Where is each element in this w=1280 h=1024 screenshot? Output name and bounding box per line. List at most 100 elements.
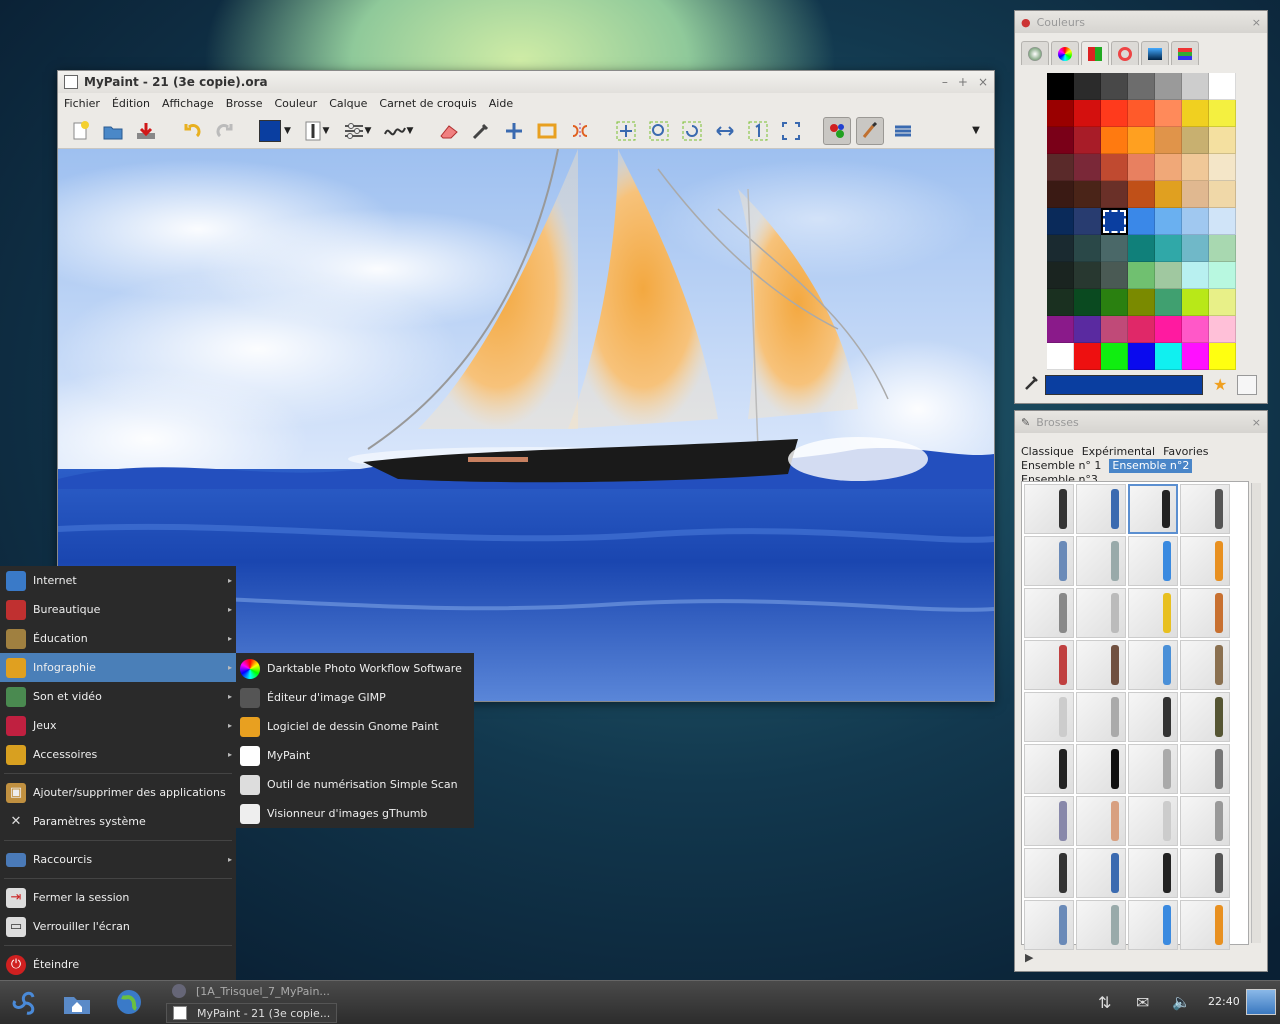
brush-preset[interactable]	[1024, 848, 1074, 898]
brush-preset[interactable]	[1024, 796, 1074, 846]
palette-swatch[interactable]	[1101, 181, 1128, 208]
close-icon[interactable]: ×	[1252, 16, 1261, 29]
volume-icon[interactable]: 🔈	[1172, 993, 1191, 1011]
play-icon[interactable]: ▶	[1025, 951, 1033, 964]
palette-swatch[interactable]	[1182, 235, 1209, 262]
palette-swatch[interactable]	[1209, 100, 1236, 127]
palette-swatch[interactable]	[1182, 73, 1209, 100]
submenu-item[interactable]: Visionneur d'images gThumb	[236, 799, 474, 828]
palette-swatch[interactable]	[1155, 343, 1182, 370]
brush-preset[interactable]	[1180, 900, 1230, 950]
palette-swatch[interactable]	[1047, 181, 1074, 208]
menu-fichier[interactable]: Fichier	[64, 97, 100, 110]
palette-swatch[interactable]	[1047, 343, 1074, 370]
palette-swatch[interactable]	[1047, 235, 1074, 262]
tab-sliders-icon[interactable]	[1171, 41, 1199, 65]
close-icon[interactable]: ×	[1252, 416, 1261, 429]
submenu-item[interactable]: MyPaint	[236, 741, 474, 770]
palette-swatch[interactable]	[1074, 343, 1101, 370]
brush-preset[interactable]	[1076, 640, 1126, 690]
maximize-button[interactable]: +	[958, 75, 968, 89]
brush-scrollbar[interactable]	[1251, 483, 1261, 943]
palette-swatch[interactable]	[1182, 100, 1209, 127]
tab-palette-icon[interactable]	[1081, 41, 1109, 65]
group-classique[interactable]: Classique	[1021, 445, 1074, 459]
color-panel-toggle-icon[interactable]	[823, 116, 851, 145]
tab-component-icon[interactable]	[1111, 41, 1139, 65]
fullscreen-icon[interactable]	[777, 117, 805, 145]
palette-swatch[interactable]	[1155, 316, 1182, 343]
palette-swatch[interactable]	[1101, 154, 1128, 181]
submenu-item[interactable]: Outil de numérisation Simple Scan	[236, 770, 474, 799]
brush-preset[interactable]	[1076, 536, 1126, 586]
palette-swatch[interactable]	[1128, 100, 1155, 127]
mail-icon[interactable]: ✉	[1136, 993, 1149, 1012]
brush-preset[interactable]	[1128, 692, 1178, 742]
palette-swatch[interactable]	[1182, 289, 1209, 316]
menu-couleur[interactable]: Couleur	[274, 97, 317, 110]
task-screenshot[interactable]: [1A_Trisquel_7_MyPain...	[166, 981, 336, 1001]
palette-swatch[interactable]	[1209, 316, 1236, 343]
group-ensemble-1[interactable]: Ensemble n° 1	[1021, 459, 1101, 473]
palette-swatch[interactable]	[1155, 235, 1182, 262]
brush-preset[interactable]	[1128, 796, 1178, 846]
group-experimental[interactable]: Expérimental	[1082, 445, 1155, 459]
minimize-button[interactable]: –	[942, 75, 948, 89]
menu-logout[interactable]: ⇥ Fermer la session	[0, 883, 236, 912]
brush-preset[interactable]	[1128, 588, 1178, 638]
brush-preset[interactable]	[1180, 536, 1230, 586]
menu-category[interactable]: Internet ▸	[0, 566, 236, 595]
menu-lock-screen[interactable]: ▭ Verrouiller l'écran	[0, 912, 236, 941]
palette-swatch[interactable]	[1128, 208, 1155, 235]
palette-swatch[interactable]	[1047, 208, 1074, 235]
palette-swatch[interactable]	[1182, 343, 1209, 370]
pan-view-icon[interactable]	[612, 117, 640, 145]
palette-swatch[interactable]	[1209, 235, 1236, 262]
brush-preset[interactable]	[1128, 744, 1178, 794]
open-folder-icon[interactable]	[99, 117, 127, 145]
brush-selector[interactable]: ▼	[298, 117, 334, 145]
menu-carnet[interactable]: Carnet de croquis	[379, 97, 476, 110]
brush-preset[interactable]	[1180, 796, 1230, 846]
palette-swatch[interactable]	[1101, 100, 1128, 127]
palette-swatch[interactable]	[1074, 316, 1101, 343]
home-folder-icon[interactable]	[62, 989, 92, 1017]
palette-swatch[interactable]	[1101, 208, 1128, 235]
eraser-icon[interactable]	[434, 117, 462, 145]
palette-swatch[interactable]	[1209, 181, 1236, 208]
menu-category[interactable]: Éducation ▸	[0, 624, 236, 653]
tab-liquid-icon[interactable]	[1141, 41, 1169, 65]
undo-icon[interactable]	[178, 117, 206, 145]
menu-category[interactable]: Accessoires ▸	[0, 740, 236, 769]
colors-panel-titlebar[interactable]: ● Couleurs ×	[1015, 11, 1267, 33]
palette-swatch[interactable]	[1128, 262, 1155, 289]
brush-preset[interactable]	[1180, 848, 1230, 898]
group-favories[interactable]: Favories	[1163, 445, 1208, 459]
brush-preset[interactable]	[1180, 484, 1230, 534]
tab-hsv-wheel-icon[interactable]	[1051, 41, 1079, 65]
task-mypaint[interactable]: MyPaint - 21 (3e copie...	[166, 1003, 338, 1023]
color-picker-icon[interactable]	[467, 117, 495, 145]
palette-swatch[interactable]	[1047, 100, 1074, 127]
palette-swatch[interactable]	[1047, 316, 1074, 343]
redo-icon[interactable]	[211, 117, 239, 145]
palette-swatch[interactable]	[1128, 127, 1155, 154]
brush-preset[interactable]	[1076, 588, 1126, 638]
current-color-bar[interactable]	[1045, 375, 1203, 395]
palette-swatch[interactable]	[1155, 127, 1182, 154]
palette-swatch[interactable]	[1047, 289, 1074, 316]
color-details-icon[interactable]	[1237, 375, 1257, 395]
palette-swatch[interactable]	[1155, 73, 1182, 100]
palette-swatch[interactable]	[1101, 289, 1128, 316]
symmetry-icon[interactable]	[566, 117, 594, 145]
group-ensemble-2[interactable]: Ensemble n°2	[1109, 459, 1193, 473]
palette-swatch[interactable]	[1155, 262, 1182, 289]
palette-swatch[interactable]	[1209, 262, 1236, 289]
palette-swatch[interactable]	[1074, 154, 1101, 181]
menu-category[interactable]: Bureautique ▸	[0, 595, 236, 624]
palette-swatch[interactable]	[1182, 127, 1209, 154]
move-layer-icon[interactable]	[500, 117, 528, 145]
menu-calque[interactable]: Calque	[329, 97, 367, 110]
palette-swatch[interactable]	[1155, 289, 1182, 316]
palette-swatch[interactable]	[1074, 235, 1101, 262]
